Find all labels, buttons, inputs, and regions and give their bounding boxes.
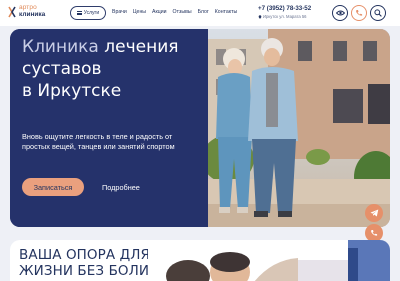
logo-text-bottom: клиника [19, 11, 46, 18]
nav-item-prices[interactable]: Цены [133, 9, 146, 15]
address: Иркутск ул. Марата 56 [258, 14, 307, 19]
hero-panel: Клиника лечения суставов в Иркутске Внов… [10, 29, 208, 227]
phone-number[interactable]: +7 (3952) 78-33-52 [258, 5, 311, 12]
search-button[interactable] [370, 5, 386, 21]
main-nav: Врачи Цены Акции Отзывы Блог Контакты [112, 9, 237, 15]
hero-photo-couple [208, 29, 390, 227]
call-icon [371, 230, 378, 236]
logo-icon [8, 6, 16, 18]
telegram-button[interactable] [365, 204, 383, 222]
logo[interactable]: артро клиника [7, 4, 55, 22]
search-icon [374, 9, 382, 17]
hero-title-accent: Клиника [22, 37, 99, 57]
nav-item-blog[interactable]: Блог [198, 9, 209, 15]
hero-title-part2: суставов [22, 59, 102, 79]
nav-item-doctors[interactable]: Врачи [112, 9, 127, 15]
accessibility-button[interactable] [332, 5, 348, 21]
support-section: ВАША ОПОРА ДЛЯ ЖИЗНИ БЕЗ БОЛИ [10, 240, 390, 281]
location-pin-icon [258, 14, 262, 19]
callback-button[interactable] [351, 5, 367, 21]
nav-item-reviews[interactable]: Отзывы [173, 9, 192, 15]
doctor-patient-photo [148, 240, 390, 281]
address-text: Иркутск ул. Марата 56 [263, 14, 307, 19]
hero-banner: Клиника лечения суставов в Иркутске Внов… [10, 29, 390, 227]
more-link[interactable]: Подробнее [102, 183, 140, 192]
book-appointment-button[interactable]: Записаться [22, 178, 84, 196]
services-label: Услуги [83, 10, 100, 16]
site-header: артро клиника Услуги Врачи Цены Акции От… [0, 0, 400, 26]
eye-icon [335, 10, 345, 16]
nav-item-contacts[interactable]: Контакты [215, 9, 237, 15]
nav-item-promotions[interactable]: Акции [152, 9, 167, 15]
hero-title-part3: в Иркутске [22, 81, 122, 101]
telegram-icon [370, 209, 378, 217]
hero-title: Клиника лечения суставов в Иркутске [22, 36, 202, 102]
hero-title-part1: лечения [98, 37, 179, 57]
services-button[interactable]: Услуги [70, 6, 106, 20]
menu-icon [76, 11, 82, 15]
phone-icon [356, 10, 363, 16]
hero-subtitle: Вновь ощутите легкость в теле и радость … [22, 132, 175, 151]
